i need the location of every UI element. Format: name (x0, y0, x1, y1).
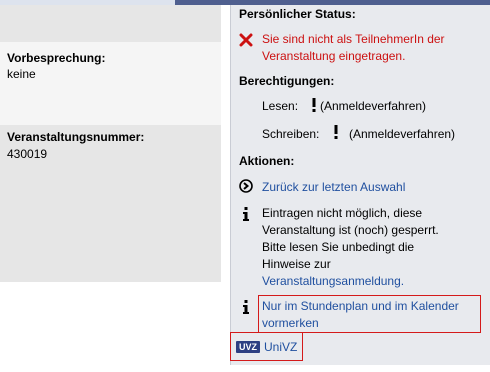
info-line4: Hinweise zur (262, 257, 331, 271)
status-panel: Persönlicher Status: Sie sind nicht als … (230, 5, 490, 365)
details-row-vorbesprechung: Vorbesprechung: keine (0, 42, 221, 125)
status-heading: Persönlicher Status: (239, 7, 356, 21)
status-error-line2: Veranstaltung eingetragen. (262, 49, 406, 63)
veranstaltungsnummer-label: Veranstaltungsnummer: (7, 130, 145, 144)
schreiben-label: Schreiben: (262, 127, 320, 141)
info-icon (243, 207, 249, 221)
lesen-value: (Anmeldeverfahren) (320, 99, 427, 113)
info-line2: Veranstaltung ist (noch) gesperrt. (262, 223, 439, 237)
lesen-label: Lesen: (262, 99, 299, 113)
exclamation-icon (334, 125, 338, 139)
univz-link[interactable]: UniVZ (264, 339, 297, 356)
berechtigungen-heading: Berechtigungen: (239, 74, 335, 88)
arrow-circle-icon (239, 179, 253, 193)
info-line3: Bitte lesen Sie unbedingt die (262, 240, 415, 254)
info-line1: Eintragen nicht möglich, diese (262, 206, 423, 220)
info-icon (243, 300, 249, 314)
stundenplan-link-line1[interactable]: Nur im Stundenplan und im Kalender (262, 298, 459, 315)
zurueck-link[interactable]: Zurück zur letzten Auswahl (262, 179, 405, 196)
vorbesprechung-value: keine (7, 67, 36, 81)
veranstaltungsanmeldung-link[interactable]: Veranstaltungsanmeldung. (262, 273, 404, 290)
stundenplan-link-line2[interactable]: vormerken (262, 315, 319, 332)
veranstaltungsnummer-value: 430019 (7, 147, 48, 161)
aktionen-heading: Aktionen: (239, 154, 295, 168)
details-column: Vorbesprechung: keine Veranstaltungsnumm… (0, 5, 221, 372)
details-row-spacer (0, 5, 221, 42)
status-error-line1: Sie sind nicht als TeilnehmerIn der (262, 32, 445, 46)
vorbesprechung-label: Vorbesprechung: (7, 51, 106, 65)
schreiben-value: (Anmeldeverfahren) (349, 127, 456, 141)
details-row-veranstaltungsnummer: Veranstaltungsnummer: 430019 (0, 125, 221, 282)
cross-icon (239, 33, 253, 47)
exclamation-icon (312, 98, 316, 112)
univz-logo-icon: UVZ (236, 341, 260, 353)
